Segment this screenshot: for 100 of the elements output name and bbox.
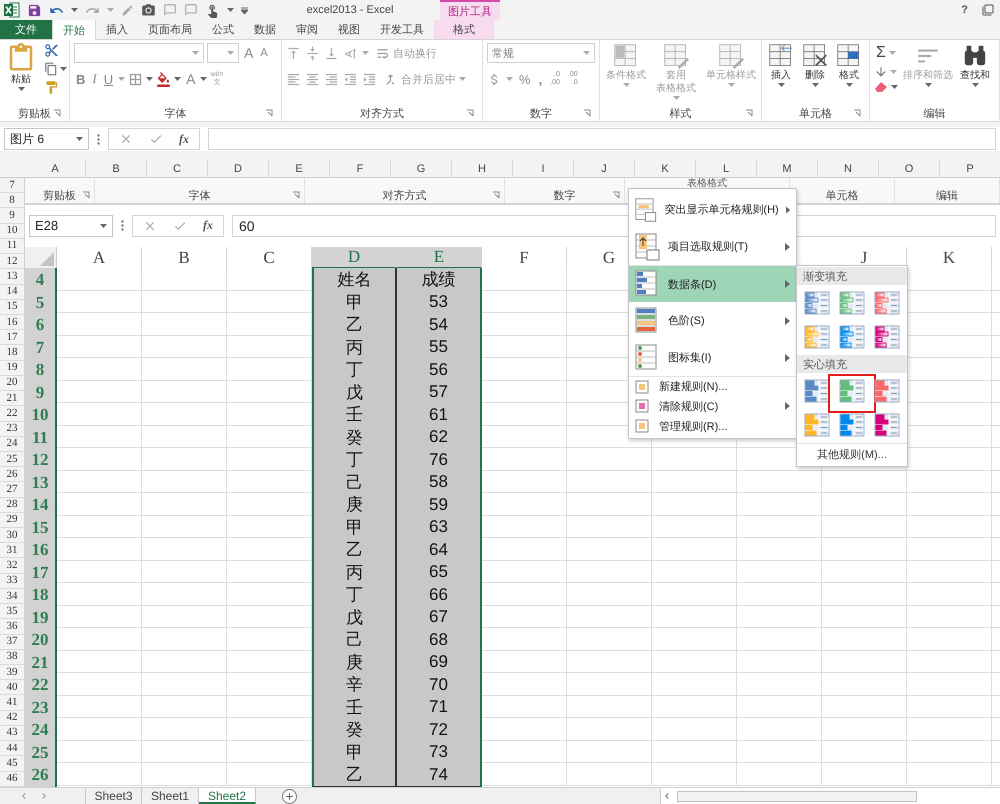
eraser-icon[interactable]: [874, 81, 889, 93]
insert-function-button[interactable]: fx: [179, 132, 189, 146]
customize-toolbar-icon[interactable]: [241, 6, 248, 14]
borders-icon[interactable]: [128, 72, 144, 86]
column-header[interactable]: L: [696, 160, 757, 177]
menu-item[interactable]: 清除规则(C): [629, 396, 796, 416]
font-color-button[interactable]: A: [184, 69, 198, 89]
row-header[interactable]: 26: [0, 467, 24, 482]
column-header[interactable]: A: [25, 160, 86, 177]
ribbon-display-icon[interactable]: [982, 4, 994, 16]
name-box[interactable]: E28: [29, 214, 113, 236]
data-bar-style-icon[interactable]: [838, 325, 865, 349]
dialog-launcher-icon[interactable]: [853, 109, 861, 117]
dialog-launcher-icon[interactable]: [82, 191, 90, 199]
row-header[interactable]: 19: [0, 360, 24, 376]
row-header[interactable]: 29: [0, 512, 24, 528]
ribbon-tab[interactable]: 数据: [244, 20, 286, 39]
dialog-launcher-icon[interactable]: [53, 109, 61, 117]
menu-item[interactable]: 管理规则(R)...: [629, 416, 796, 436]
column-header[interactable]: J: [574, 160, 635, 177]
row-header[interactable]: 33: [0, 574, 24, 589]
menu-item[interactable]: 色阶(S): [629, 302, 796, 339]
dialog-launcher-icon[interactable]: [492, 191, 500, 199]
row-header[interactable]: 44: [0, 741, 24, 756]
row-header[interactable]: 22: [0, 406, 24, 422]
column-header[interactable]: I: [513, 160, 574, 177]
column-header[interactable]: M: [757, 160, 818, 177]
row-header[interactable]: 10: [0, 224, 24, 239]
shrink-font-button[interactable]: A: [258, 43, 270, 63]
ribbon-tab[interactable]: 插入: [96, 20, 138, 39]
help-button[interactable]: ?: [961, 4, 968, 16]
insert-function-button[interactable]: fx: [203, 218, 213, 233]
column-header[interactable]: K: [635, 160, 696, 177]
row-header[interactable]: 27: [0, 482, 24, 498]
column-header[interactable]: H: [452, 160, 513, 177]
formula-input[interactable]: [208, 128, 996, 150]
dialog-launcher-icon[interactable]: [265, 109, 273, 117]
cancel-icon[interactable]: [119, 132, 133, 146]
ribbon-tab[interactable]: 审阅: [286, 20, 328, 39]
editing-button[interactable]: 查找和: [958, 43, 992, 87]
column-header[interactable]: B: [86, 160, 147, 177]
cells-button[interactable]: 插入: [766, 43, 796, 87]
align-left-icon[interactable]: [286, 72, 301, 86]
cells-button[interactable]: 格式: [834, 43, 864, 87]
ribbon-tab[interactable]: 格式: [434, 20, 494, 39]
row-header[interactable]: 32: [0, 558, 24, 574]
add-sheet-button[interactable]: [282, 788, 297, 804]
data-bar-style-icon[interactable]: [804, 291, 830, 315]
dialog-launcher-icon[interactable]: [583, 109, 591, 117]
row-header[interactable]: 40: [0, 680, 24, 696]
row-header[interactable]: 7: [0, 178, 24, 194]
percent-button[interactable]: %: [517, 69, 533, 89]
row-header[interactable]: 42: [0, 710, 24, 726]
grow-font-button[interactable]: A: [242, 43, 256, 63]
row-header[interactable]: 31: [0, 543, 24, 558]
sheet-tab[interactable]: Sheet2: [199, 788, 256, 804]
select-all-icon[interactable]: [40, 252, 54, 266]
orientation-icon[interactable]: [343, 46, 358, 60]
row-header[interactable]: 14: [0, 284, 24, 300]
format-painter-icon[interactable]: [44, 80, 59, 95]
menu-item[interactable]: 图标集(I): [629, 339, 796, 376]
align-right-icon[interactable]: [324, 72, 339, 86]
touch-icon[interactable]: [205, 2, 220, 18]
data-bar-style-icon[interactable]: [874, 325, 900, 349]
number-format-field[interactable]: 常规: [487, 43, 595, 63]
copy-icon[interactable]: [44, 62, 58, 76]
name-box[interactable]: 图片 6: [4, 128, 89, 150]
dialog-launcher-icon[interactable]: [292, 191, 300, 199]
data-bar-style-icon[interactable]: [874, 413, 900, 437]
row-header[interactable]: 35: [0, 604, 24, 620]
row-header[interactable]: 11: [0, 238, 24, 254]
column-header[interactable]: D: [312, 247, 397, 269]
fill-color-icon[interactable]: [156, 72, 172, 86]
data-bar-style-icon[interactable]: [838, 413, 865, 437]
speech-bubble-icon[interactable]: [184, 3, 198, 17]
data-bar-style-icon[interactable]: [874, 379, 900, 403]
menu-item[interactable]: 其他规则(M)...: [797, 443, 907, 465]
camera-icon[interactable]: [141, 2, 156, 18]
decrease-indent-icon[interactable]: [343, 72, 358, 86]
fill-down-icon[interactable]: [874, 65, 888, 79]
align-top-icon[interactable]: [286, 46, 301, 60]
dialog-launcher-icon[interactable]: [612, 191, 620, 199]
data-bar-style-icon[interactable]: [874, 291, 900, 315]
align-center-icon[interactable]: [305, 72, 320, 86]
increase-indent-icon[interactable]: [362, 72, 377, 86]
column-header[interactable]: N: [818, 160, 879, 177]
column-header[interactable]: O: [879, 160, 940, 177]
row-header[interactable]: 9: [0, 208, 24, 224]
pencil-icon[interactable]: [121, 4, 134, 16]
row-header[interactable]: 17: [0, 330, 24, 346]
save-icon[interactable]: [27, 2, 42, 18]
horizontal-scrollbar[interactable]: [660, 788, 1000, 804]
column-header[interactable]: D: [208, 160, 269, 177]
column-header[interactable]: P: [940, 160, 1000, 177]
align-middle-icon[interactable]: [305, 46, 320, 60]
ribbon-tab[interactable]: 公式: [202, 20, 244, 39]
ribbon-tab[interactable]: 开始: [52, 20, 96, 40]
row-header[interactable]: 24: [0, 436, 24, 452]
row-header[interactable]: 21: [0, 391, 24, 406]
scissors-icon[interactable]: [44, 43, 59, 58]
